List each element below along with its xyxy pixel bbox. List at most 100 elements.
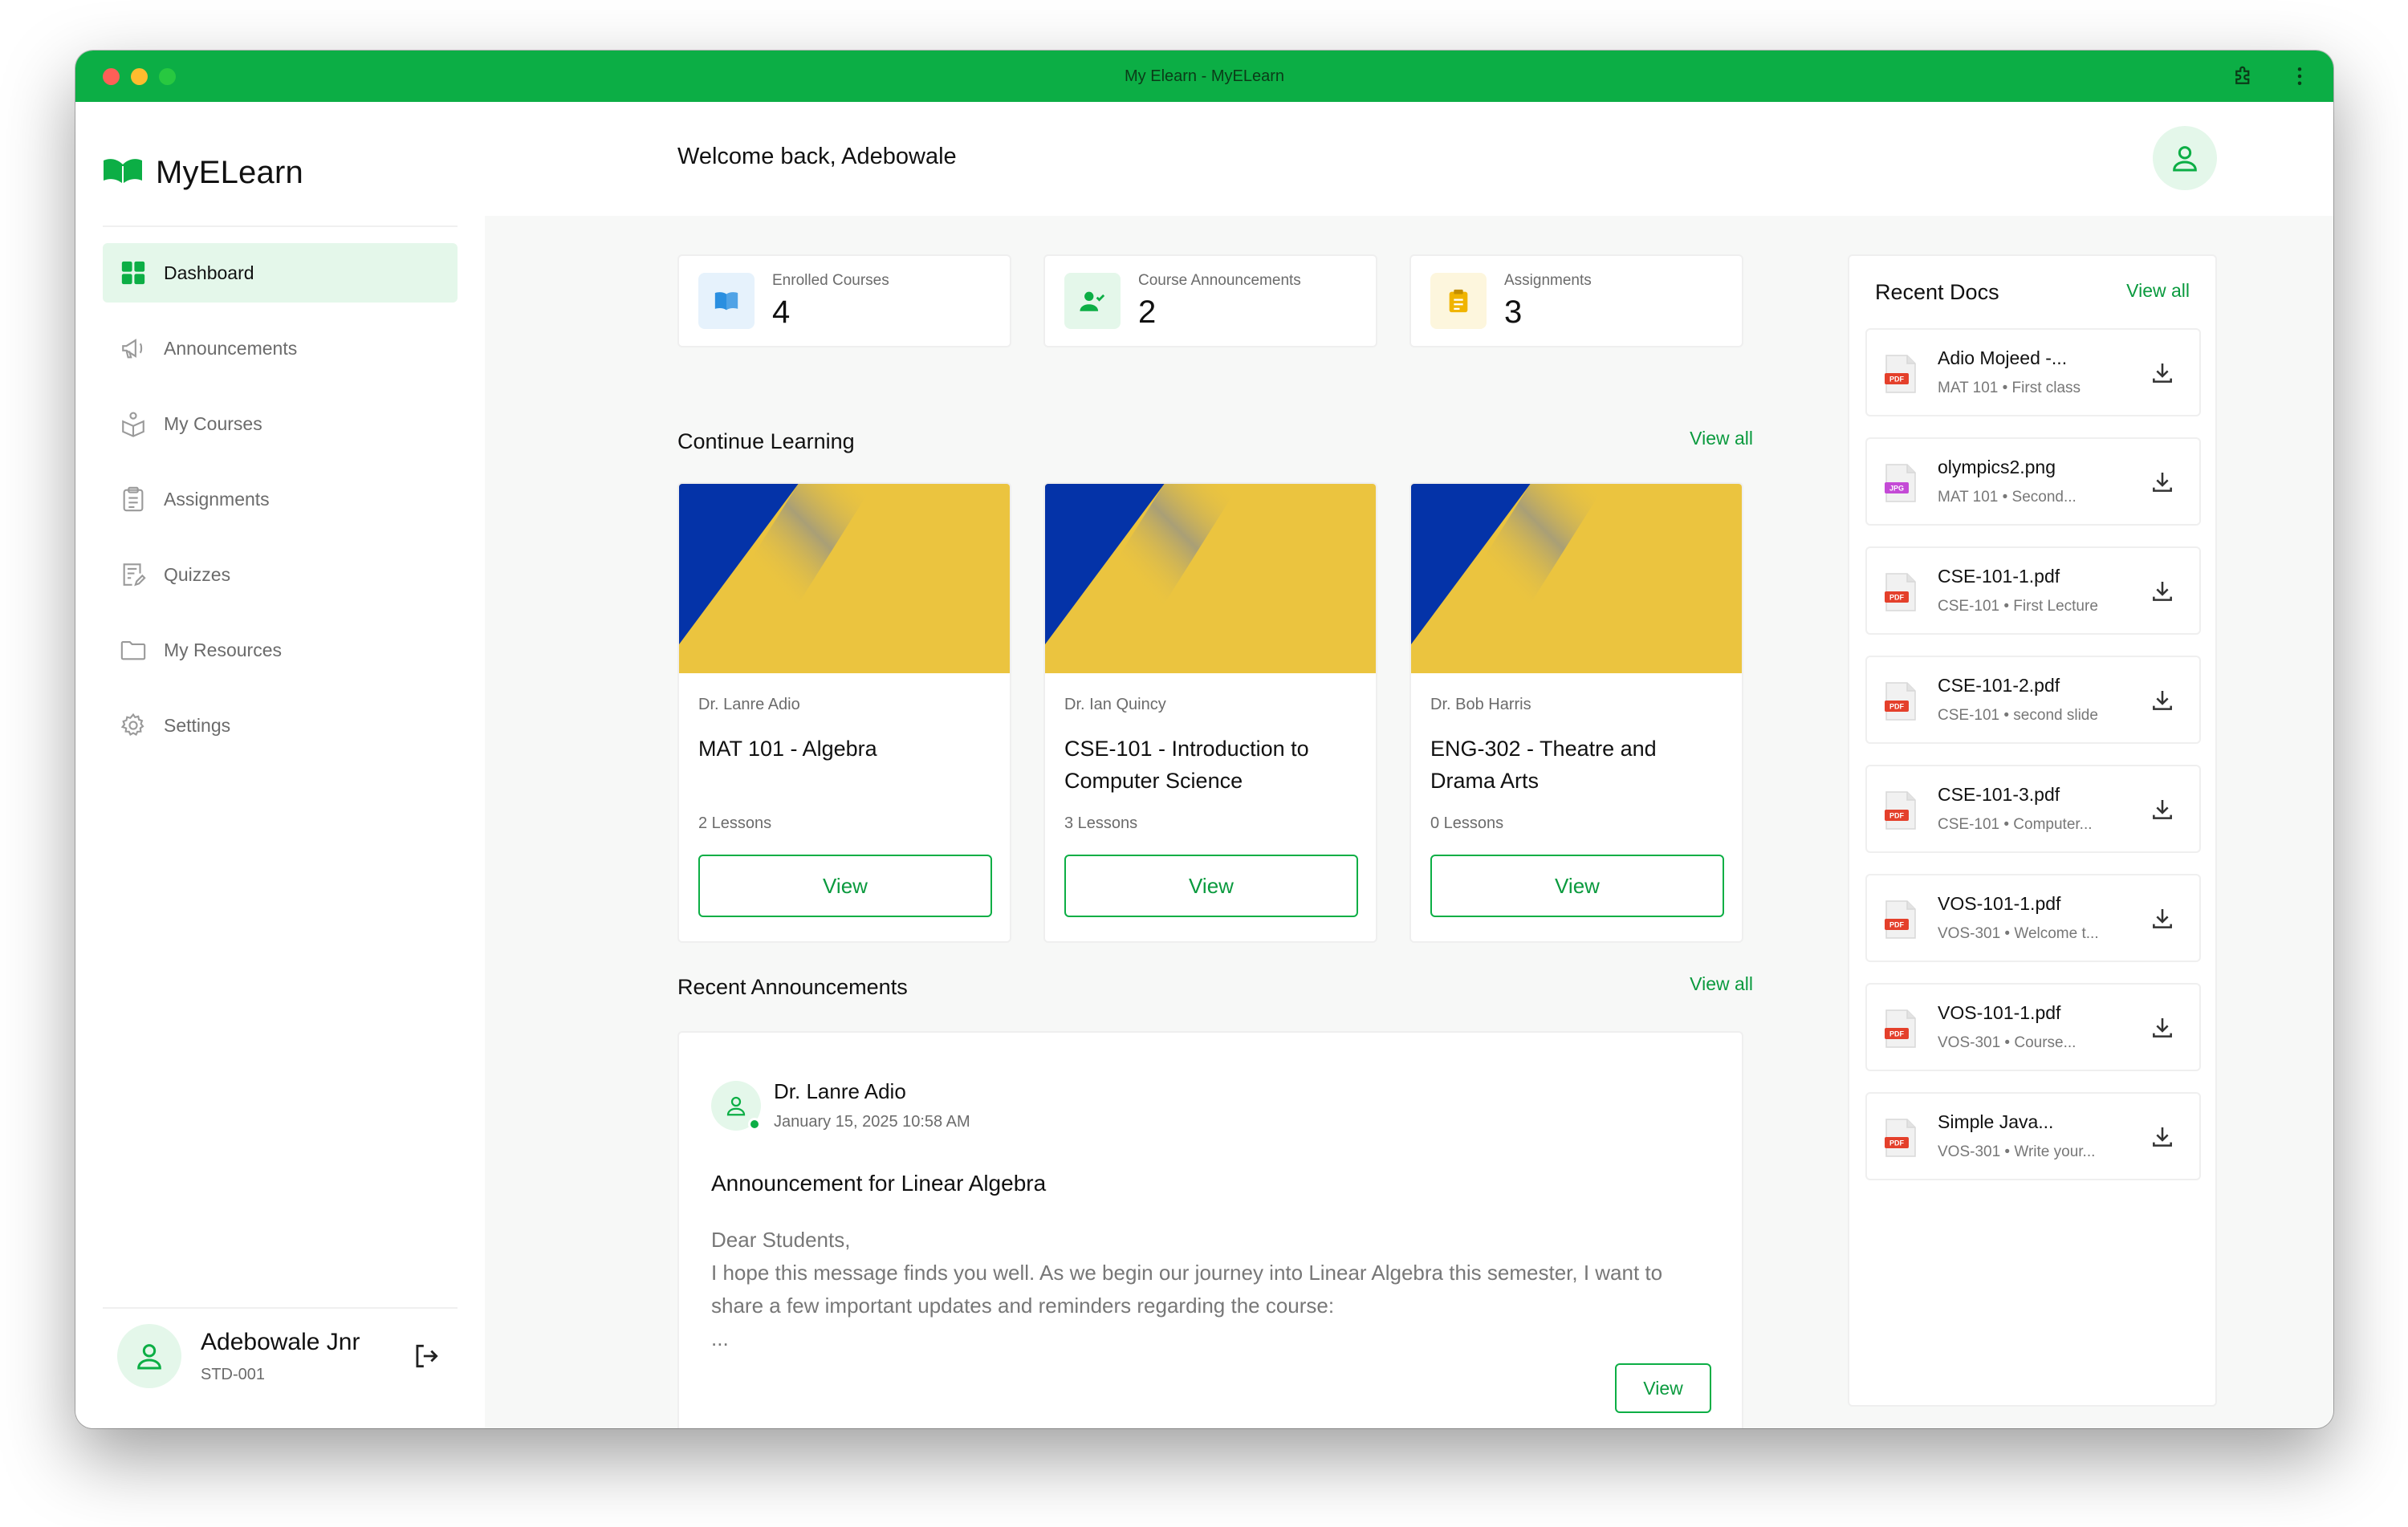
stat-value: 4 xyxy=(772,294,791,330)
file-icon: PDF xyxy=(1885,900,1916,939)
sidebar-item-settings[interactable]: Settings xyxy=(103,696,458,755)
online-status-dot xyxy=(748,1118,761,1131)
view-course-button[interactable]: View xyxy=(1064,855,1358,917)
announcement-author: Dr. Lanre Adio xyxy=(774,1079,906,1103)
announcement-ellipsis: ... xyxy=(711,1326,729,1350)
stat-card-course-announcements[interactable]: Course Announcements 2 xyxy=(1043,254,1377,347)
announcement-text: I hope this message finds you well. As w… xyxy=(711,1261,1663,1318)
download-icon[interactable] xyxy=(2148,359,2177,388)
megaphone-icon xyxy=(119,334,148,363)
sidebar-item-assignments[interactable]: Assignments xyxy=(103,469,458,529)
doc-meta: CSE-101 • second slide xyxy=(1938,707,2098,724)
continue-learning-title: Continue Learning xyxy=(677,429,855,453)
announcement-title: Announcement for Linear Algebra xyxy=(711,1171,1047,1196)
course-lessons-count: 3 Lessons xyxy=(1064,814,1138,832)
svg-text:JPG: JPG xyxy=(1889,485,1904,493)
sidebar: MyELearn Dashboard Announcements My Cour… xyxy=(75,102,485,1428)
svg-text:PDF: PDF xyxy=(1889,594,1905,602)
sidebar-item-quizzes[interactable]: Quizzes xyxy=(103,545,458,604)
doc-item[interactable]: PDF Simple Java... VOS-301 • Write your.… xyxy=(1865,1092,2201,1180)
course-lessons-count: 2 Lessons xyxy=(698,814,772,832)
page-header: Welcome back, Adebowale xyxy=(485,102,2333,216)
view-announcement-button[interactable]: View xyxy=(1615,1363,1711,1413)
doc-name: VOS-101-1.pdf xyxy=(1938,1002,2061,1023)
file-icon: PDF xyxy=(1885,1009,1916,1048)
file-icon: PDF xyxy=(1885,1119,1916,1157)
user-name: Adebowale Jnr xyxy=(201,1328,360,1355)
recent-announcements-title: Recent Announcements xyxy=(677,975,908,999)
announcement-card[interactable]: Dr. Lanre Adio January 15, 2025 10:58 AM… xyxy=(677,1031,1743,1428)
announcement-greeting: Dear Students, xyxy=(711,1228,851,1252)
sidebar-item-label: My Resources xyxy=(164,639,282,660)
logout-icon[interactable] xyxy=(411,1341,441,1375)
doc-item[interactable]: PDF VOS-101-1.pdf VOS-301 • Welcome t... xyxy=(1865,874,2201,962)
gear-icon xyxy=(119,711,148,740)
doc-item[interactable]: PDF VOS-101-1.pdf VOS-301 • Course... xyxy=(1865,983,2201,1071)
download-icon[interactable] xyxy=(2148,1013,2177,1042)
svg-text:PDF: PDF xyxy=(1889,1139,1905,1147)
stat-card-enrolled-courses[interactable]: Enrolled Courses 4 xyxy=(677,254,1011,347)
doc-item[interactable]: PDF CSE-101-3.pdf CSE-101 • Computer... xyxy=(1865,765,2201,853)
window-controls xyxy=(103,68,176,85)
minimize-window-button[interactable] xyxy=(131,68,148,85)
user-info: Adebowale Jnr STD-001 xyxy=(201,1329,360,1384)
title-bar: My Elearn - MyELearn xyxy=(75,51,2333,102)
download-icon[interactable] xyxy=(2148,577,2177,606)
book-icon xyxy=(698,273,755,329)
course-card[interactable]: Dr. Lanre Adio MAT 101 - Algebra 2 Lesso… xyxy=(677,482,1011,943)
announcement-date: January 15, 2025 10:58 AM xyxy=(774,1113,970,1131)
doc-meta: VOS-301 • Welcome t... xyxy=(1938,925,2099,942)
doc-meta: CSE-101 • Computer... xyxy=(1938,816,2093,833)
doc-name: olympics2.png xyxy=(1938,457,2056,477)
course-banner-image xyxy=(1411,484,1742,673)
divider xyxy=(103,225,458,227)
svg-text:PDF: PDF xyxy=(1889,1030,1905,1038)
recent-docs-view-all-link[interactable]: View all xyxy=(2126,280,2190,302)
course-lessons-count: 0 Lessons xyxy=(1430,814,1504,832)
view-course-button[interactable]: View xyxy=(1430,855,1724,917)
file-icon: JPG xyxy=(1885,464,1916,502)
header-avatar[interactable] xyxy=(2153,126,2217,190)
doc-meta: VOS-301 • Course... xyxy=(1938,1034,2076,1051)
svg-text:PDF: PDF xyxy=(1889,921,1905,929)
user-avatar[interactable] xyxy=(117,1324,181,1388)
maximize-window-button[interactable] xyxy=(159,68,176,85)
course-card[interactable]: Dr. Ian Quincy CSE-101 - Introduction to… xyxy=(1043,482,1377,943)
doc-item[interactable]: JPG olympics2.png MAT 101 • Second... xyxy=(1865,437,2201,526)
announcement-body: Dear Students, I hope this message finds… xyxy=(711,1224,1714,1355)
file-icon: PDF xyxy=(1885,682,1916,721)
sidebar-item-announcements[interactable]: Announcements xyxy=(103,319,458,378)
download-icon[interactable] xyxy=(2148,795,2177,824)
download-icon[interactable] xyxy=(2148,1123,2177,1151)
sidebar-item-label: Quizzes xyxy=(164,563,231,585)
open-book-logo-icon xyxy=(103,156,143,189)
course-card[interactable]: Dr. Bob Harris ENG-302 - Theatre and Dra… xyxy=(1409,482,1743,943)
stat-label: Course Announcements xyxy=(1138,271,1301,289)
user-profile-card[interactable]: Adebowale Jnr STD-001 xyxy=(103,1307,458,1403)
extensions-icon[interactable] xyxy=(2229,62,2258,91)
download-icon[interactable] xyxy=(2148,686,2177,715)
more-vertical-icon[interactable] xyxy=(2285,62,2314,91)
sidebar-item-my-courses[interactable]: My Courses xyxy=(103,394,458,453)
sidebar-item-label: Assignments xyxy=(164,488,270,510)
recent-announcements-view-all-link[interactable]: View all xyxy=(1690,973,1753,995)
course-banner-image xyxy=(679,484,1010,673)
recent-docs-title: Recent Docs xyxy=(1875,280,1999,304)
svg-text:PDF: PDF xyxy=(1889,703,1905,711)
brand[interactable]: MyELearn xyxy=(103,155,303,191)
svg-text:PDF: PDF xyxy=(1889,376,1905,384)
close-window-button[interactable] xyxy=(103,68,120,85)
download-icon[interactable] xyxy=(2148,904,2177,933)
continue-learning-view-all-link[interactable]: View all xyxy=(1690,428,1753,449)
view-course-button[interactable]: View xyxy=(698,855,992,917)
doc-item[interactable]: PDF Adio Mojeed -... MAT 101 • First cla… xyxy=(1865,328,2201,416)
sidebar-item-dashboard[interactable]: Dashboard xyxy=(103,243,458,303)
doc-name: CSE-101-2.pdf xyxy=(1938,675,2060,696)
file-icon: PDF xyxy=(1885,573,1916,611)
stat-card-assignments[interactable]: Assignments 3 xyxy=(1409,254,1743,347)
download-icon[interactable] xyxy=(2148,468,2177,497)
doc-item[interactable]: PDF CSE-101-2.pdf CSE-101 • second slide xyxy=(1865,656,2201,744)
clipboard-icon xyxy=(1430,273,1487,329)
doc-item[interactable]: PDF CSE-101-1.pdf CSE-101 • First Lectur… xyxy=(1865,546,2201,635)
sidebar-item-my-resources[interactable]: My Resources xyxy=(103,620,458,680)
